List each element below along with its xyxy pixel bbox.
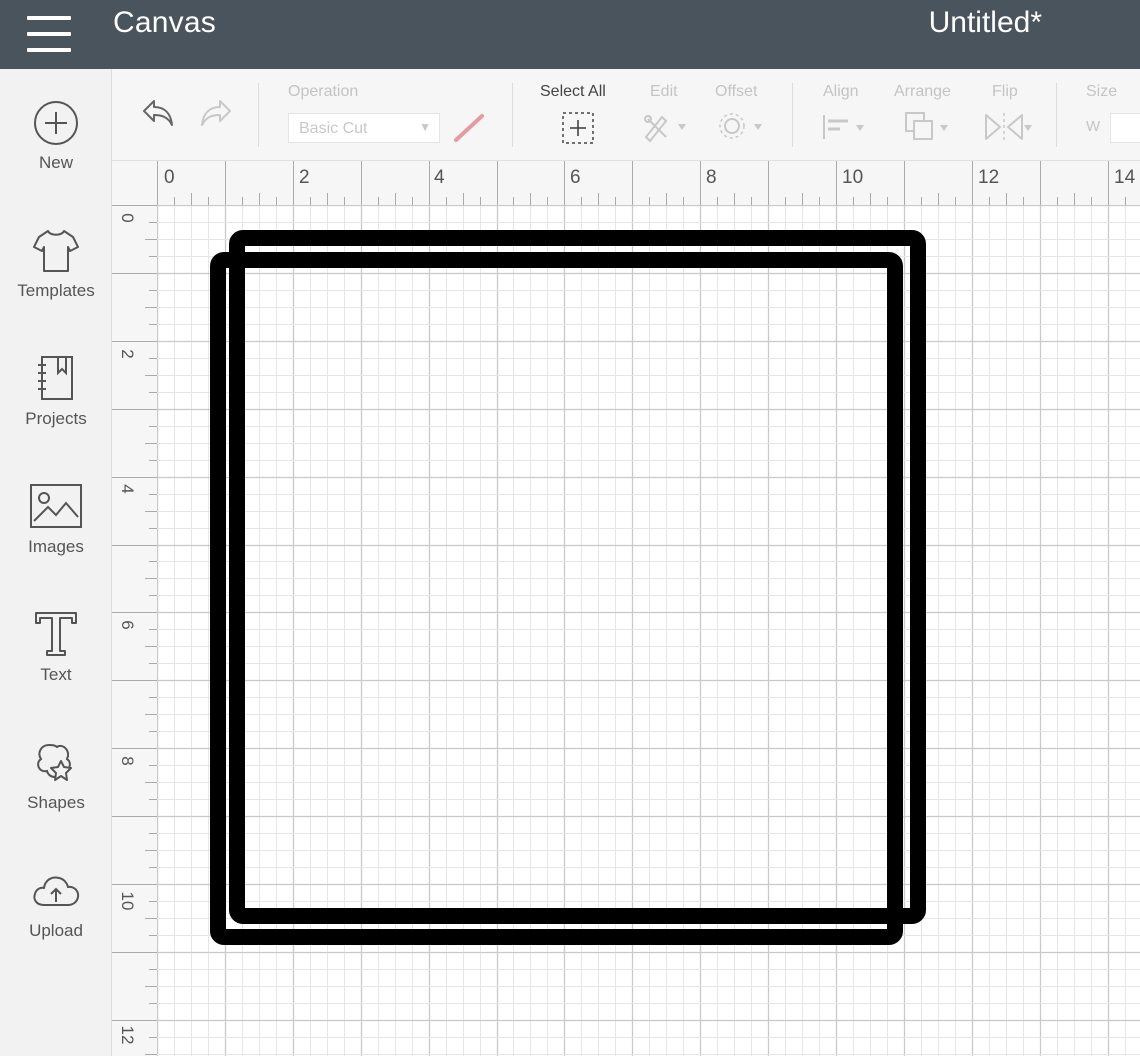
sidebar-item-label: Templates xyxy=(17,281,95,300)
select-all-button[interactable] xyxy=(561,111,595,150)
redo-button[interactable] xyxy=(196,93,236,138)
select-all-icon xyxy=(562,112,594,144)
toolbar-divider xyxy=(258,83,259,147)
sidebar-item-label: Images xyxy=(28,537,84,556)
square-outline-shape[interactable] xyxy=(229,230,926,924)
arrange-icon xyxy=(905,112,948,140)
toolbar-divider xyxy=(512,83,513,147)
sidebar-item-label: Upload xyxy=(29,921,83,940)
app-title: Canvas xyxy=(113,6,216,39)
sidebar-item-new[interactable]: New xyxy=(0,99,112,199)
arrange-button[interactable] xyxy=(902,109,956,150)
ruler-number: 4 xyxy=(434,167,445,188)
ruler-number: 14 xyxy=(1114,167,1136,188)
shapes-icon xyxy=(37,743,72,781)
toolbar-divider xyxy=(1056,83,1057,147)
ruler-corner xyxy=(112,161,157,205)
align-label: Align xyxy=(823,83,859,100)
canvas-grid xyxy=(157,205,1140,1056)
ruler-number: 0 xyxy=(118,213,137,223)
ruler-number: 6 xyxy=(570,167,581,188)
ruler-number: 8 xyxy=(118,756,137,766)
offset-button[interactable] xyxy=(716,109,768,148)
hamburger-menu-icon[interactable] xyxy=(22,12,76,58)
operation-label: Operation xyxy=(288,83,359,100)
sidebar-item-label: Text xyxy=(40,665,72,684)
ruler-number: 8 xyxy=(706,167,717,188)
top-bar: Canvas Untitled* xyxy=(0,0,1140,69)
ruler-number: 6 xyxy=(118,620,137,630)
sidebar-item-upload[interactable]: Upload xyxy=(0,867,112,967)
size-label: Size xyxy=(1086,83,1118,100)
ruler-number: 4 xyxy=(118,484,137,494)
text-t-icon xyxy=(35,612,77,656)
flip-icon xyxy=(985,113,1032,141)
operation-color-swatch[interactable] xyxy=(452,112,486,149)
operation-value: Basic Cut xyxy=(299,120,368,137)
tshirt-icon xyxy=(33,230,79,272)
toolbar-divider xyxy=(792,83,793,147)
operation-select[interactable]: Basic Cut ▼ xyxy=(288,113,440,143)
redo-icon xyxy=(201,100,231,126)
arrange-label: Arrange xyxy=(894,83,951,100)
ruler-number: 0 xyxy=(164,167,175,188)
sidebar-item-templates[interactable]: Templates xyxy=(0,225,112,325)
square-outline-shape-offset[interactable] xyxy=(210,252,903,945)
align-button[interactable] xyxy=(820,111,870,148)
select-all-label: Select All xyxy=(540,83,606,100)
sidebar-item-images[interactable]: Images xyxy=(0,481,112,581)
notebook-icon xyxy=(38,356,73,400)
sidebar-item-label: New xyxy=(38,153,73,172)
size-width-input[interactable] xyxy=(1110,113,1140,143)
align-icon xyxy=(823,115,864,139)
pen-line-icon xyxy=(454,114,484,142)
chevron-down-icon: ▼ xyxy=(419,120,431,134)
ruler-number: 12 xyxy=(118,1025,137,1045)
sidebar-item-text[interactable]: Text xyxy=(0,609,112,709)
ruler-number: 10 xyxy=(842,167,864,188)
plus-circle-icon xyxy=(34,101,78,145)
undo-button[interactable] xyxy=(138,93,178,138)
left-sidebar: New Templates Projects Images Text Shape… xyxy=(0,69,112,1056)
size-width-label: W xyxy=(1086,118,1101,135)
flip-button[interactable] xyxy=(982,109,1036,150)
ruler-number: 2 xyxy=(299,167,310,188)
ruler-number: 2 xyxy=(118,349,137,359)
sidebar-item-label: Shapes xyxy=(27,793,85,812)
offset-icon xyxy=(719,113,762,139)
document-title[interactable]: Untitled* xyxy=(929,6,1042,40)
edit-label: Edit xyxy=(650,83,678,100)
offset-label: Offset xyxy=(715,83,758,100)
toolbar: Operation Basic Cut ▼ Select All Edit Of… xyxy=(112,69,1140,161)
edit-button[interactable] xyxy=(640,109,692,148)
sidebar-item-shapes[interactable]: Shapes xyxy=(0,737,112,837)
image-icon xyxy=(30,484,82,528)
undo-icon xyxy=(143,100,173,126)
design-canvas[interactable] xyxy=(157,205,1140,1056)
ruler-number: 10 xyxy=(118,891,137,911)
ruler-number: 12 xyxy=(978,167,1000,188)
ruler-horizontal: 0 2 4 6 8 10 12 14 xyxy=(157,161,1140,205)
ruler-vertical: 0 2 4 6 8 10 12 xyxy=(112,205,157,1056)
flip-label: Flip xyxy=(992,83,1018,100)
cloud-upload-icon xyxy=(33,876,80,906)
sidebar-item-projects[interactable]: Projects xyxy=(0,353,112,453)
sidebar-item-label: Projects xyxy=(25,409,87,428)
edit-tools-icon xyxy=(644,115,686,143)
